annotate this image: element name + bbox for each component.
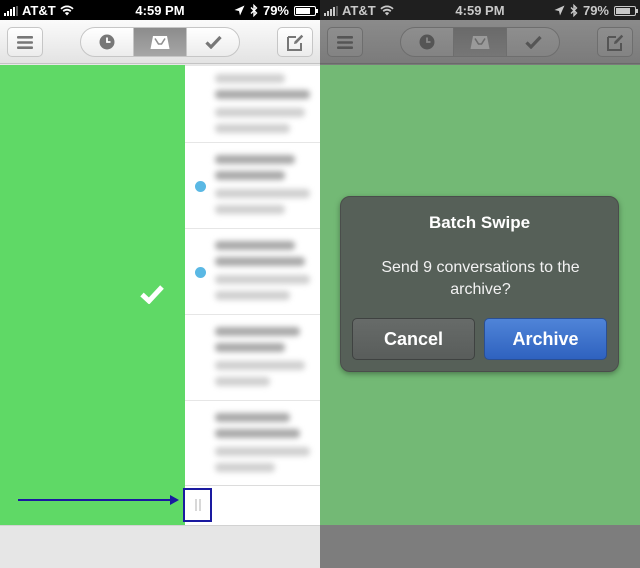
clock-icon [99, 34, 115, 50]
battery-icon [294, 5, 318, 16]
list-item[interactable] [185, 142, 320, 228]
bluetooth-icon [250, 4, 258, 17]
mailbox-segmented-control [80, 27, 240, 57]
inbox-tray-icon [470, 35, 490, 49]
dialog-title: Batch Swipe [428, 213, 531, 232]
menu-button[interactable] [7, 27, 43, 57]
dialog-message: Send 9 conversations to the archive? [381, 259, 580, 298]
tab-inbox [453, 28, 506, 56]
bottom-toolbar-dimmed [320, 525, 640, 568]
nav-bar-dimmed [320, 20, 640, 64]
cancel-button[interactable]: Cancel [352, 318, 475, 360]
hamburger-menu-icon [337, 35, 353, 49]
status-right-group: 79% [554, 3, 638, 18]
location-arrow-icon [554, 5, 565, 16]
batch-swipe-handle[interactable] [183, 488, 212, 522]
battery-percent: 79% [582, 3, 609, 18]
battery-percent: 79% [262, 3, 289, 18]
battery-fill [296, 7, 311, 14]
compose-button [597, 27, 633, 57]
conversation-list [185, 65, 320, 485]
checkmark-icon [204, 35, 222, 49]
checkmark-icon [140, 285, 164, 304]
list-item[interactable] [185, 65, 320, 142]
hamburger-menu-icon [17, 35, 33, 49]
battery-fill [616, 7, 631, 14]
inbox-tray-icon [150, 35, 170, 49]
bottom-toolbar [0, 525, 320, 568]
list-item[interactable] [185, 228, 320, 314]
unread-dot [195, 267, 206, 278]
arrow-right-icon [18, 495, 179, 505]
status-right-group: 79% [234, 3, 318, 18]
tab-later [401, 28, 453, 56]
archive-button[interactable]: Archive [484, 318, 607, 360]
tab-archive[interactable] [186, 28, 239, 56]
batch-swipe-dialog: Batch Swipe Send 9 conversations to the … [340, 196, 619, 372]
battery-icon [614, 5, 638, 16]
clock-icon [419, 34, 435, 50]
compose-button[interactable] [277, 27, 313, 57]
unread-dot [195, 181, 206, 192]
menu-button [327, 27, 363, 57]
bluetooth-icon [570, 4, 578, 17]
confirm-screen: AT&T 4:59 PM 79% Batch Swipe Send 9 conv… [320, 0, 640, 568]
list-item[interactable] [185, 314, 320, 400]
mailbox-segmented-control [400, 27, 560, 57]
tab-inbox[interactable] [133, 28, 186, 56]
tab-later[interactable] [81, 28, 133, 56]
list-item[interactable] [185, 400, 320, 485]
compose-icon [286, 34, 303, 51]
location-arrow-icon [234, 5, 245, 16]
grip-icon [194, 499, 197, 511]
checkmark-icon [524, 35, 542, 49]
swipe-screen: AT&T 4:59 PM 79% [0, 0, 320, 568]
nav-bar [0, 20, 320, 64]
status-bar: AT&T 4:59 PM 79% [320, 0, 640, 20]
status-bar: AT&T 4:59 PM 79% [0, 0, 320, 20]
tab-archive [506, 28, 559, 56]
compose-icon [606, 34, 623, 51]
